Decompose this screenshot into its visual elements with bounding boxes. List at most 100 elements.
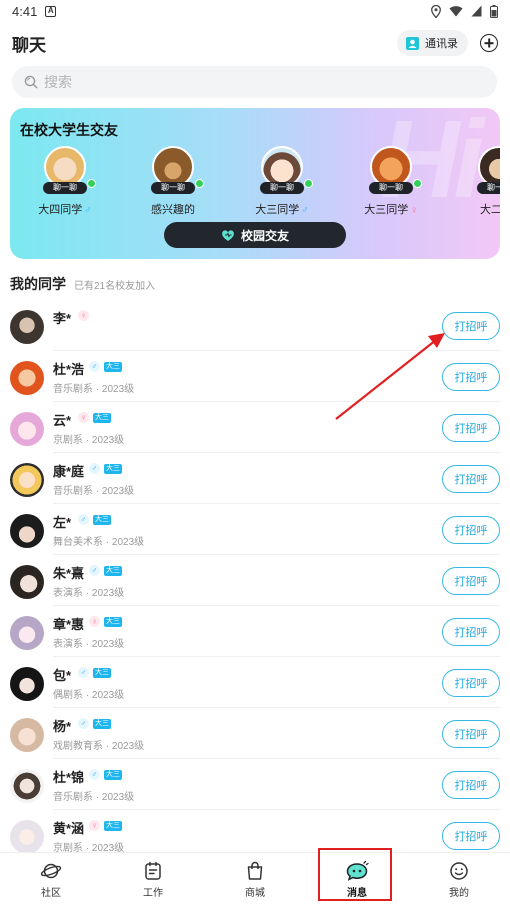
chat-tag: 聊一聊 [151,182,195,194]
student-meta: 表演系 · 2023级 [53,639,125,650]
student-name: 包* [53,668,72,683]
campus-button-label: 校园交友 [240,228,289,243]
tab-work[interactable]: 工作 [102,853,204,906]
male-icon: ♂ [301,205,309,216]
online-indicator [87,179,96,188]
list-item[interactable]: 杨* ♂ 大三 戏剧教育系 · 2023级 打招呼 [0,708,510,759]
male-icon: ♂ [89,463,100,474]
greet-button[interactable]: 打招呼 [442,822,500,850]
student-meta: 音乐剧系 · 2023级 [53,384,135,395]
student-name: 朱*熹 [53,566,85,581]
student-meta: 音乐剧系 · 2023级 [53,792,135,803]
avatar [10,514,44,548]
peer-desc: 大三同学 ♀ [364,204,418,216]
avatar [10,769,44,803]
grade-badge: 大三 [93,514,111,525]
search-bar[interactable] [12,66,497,98]
grade-badge: 大三 [104,565,122,576]
student-tags: ♀ 大三 [89,820,122,831]
peer-desc: 大二同 [480,204,500,216]
greet-button[interactable]: 打招呼 [442,720,500,748]
online-indicator [195,179,204,188]
greet-button[interactable]: 打招呼 [442,669,500,697]
signal-icon [471,5,482,17]
student-tags: ♂ 大三 [89,565,122,576]
greet-button[interactable]: 打招呼 [442,771,500,799]
peer-desc: 大四同学 ♂ [38,204,92,216]
banner-peer[interactable]: 聊一聊 大三同学 ♀ [346,146,436,226]
greet-button[interactable]: 打招呼 [442,618,500,646]
avatar [10,412,44,446]
tab-profile[interactable]: 我的 [408,853,510,906]
banner-peer[interactable]: 聊一聊 感兴趣的 [128,146,218,226]
campus-friends-button[interactable]: 校园交友 [164,222,346,248]
male-icon: ♂ [89,361,100,372]
shopping-bag-icon [247,861,263,880]
contacts-button[interactable]: 通讯录 [397,30,468,56]
greet-button[interactable]: 打招呼 [442,567,500,595]
student-meta: 音乐剧系 · 2023级 [53,486,135,497]
male-icon: ♂ [78,514,89,525]
status-icons [431,4,498,18]
student-tags: ♀ 大三 [78,412,111,423]
campus-friends-banner[interactable]: Hi 在校大学生交友 聊一聊 大四同学 ♂ 聊一聊 感兴趣的 聊一聊 大三同学 ♂ … [10,108,500,259]
greet-button[interactable]: 打招呼 [442,465,500,493]
peer-desc: 感兴趣的 [151,204,195,216]
classmates-section-header: 我的同学 已有21名校友加入 [10,274,155,294]
greet-button[interactable]: 打招呼 [442,312,500,340]
list-item[interactable]: 李* ♀ 打招呼 [0,300,510,351]
greet-button[interactable]: 打招呼 [442,516,500,544]
chat-tag: 聊一聊 [477,182,500,194]
add-icon[interactable] [480,34,498,52]
list-item[interactable]: 杜*锦 ♂ 大三 音乐剧系 · 2023级 打招呼 [0,759,510,810]
greet-button[interactable]: 打招呼 [442,414,500,442]
wifi-icon [449,6,463,17]
list-item[interactable]: 包* ♂ 大三 偶剧系 · 2023级 打招呼 [0,657,510,708]
greet-button[interactable]: 打招呼 [442,363,500,391]
banner-peer[interactable]: 聊一聊 大三同学 ♂ [237,146,327,226]
avatar [10,463,44,497]
chat-tag: 聊一聊 [260,182,304,194]
banner-peer[interactable]: 聊一聊 大二同 [454,146,500,226]
list-item[interactable]: 朱*熹 ♂ 大三 表演系 · 2023级 打招呼 [0,555,510,606]
male-icon: ♂ [84,205,92,216]
student-name: 康*庭 [53,464,85,479]
male-icon: ♂ [78,667,89,678]
tab-label: 社区 [41,888,61,899]
contacts-label: 通讯录 [425,38,458,50]
smiley-icon [450,862,468,880]
tab-mall[interactable]: 商城 [204,853,306,906]
list-item[interactable]: 左* ♂ 大三 舞台美术系 · 2023级 打招呼 [0,504,510,555]
grade-badge: 大三 [104,820,122,831]
student-name: 杜*浩 [53,362,85,377]
chat-tag: 聊一聊 [43,182,87,194]
classmates-list: 李* ♀ 打招呼 杜*浩 ♂ 大三 音乐剧系 · 2023级 打招呼 云* ♀ … [0,300,510,861]
list-item[interactable]: 杜*浩 ♂ 大三 音乐剧系 · 2023级 打招呼 [0,351,510,402]
grade-badge: 大三 [104,361,122,372]
student-tags: ♂ 大三 [78,718,111,729]
online-indicator [304,179,313,188]
banner-peer[interactable]: 聊一聊 大四同学 ♂ [20,146,110,226]
female-icon: ♀ [89,820,100,831]
bottom-tab-bar: 社区 工作 商城 消息 我的 [0,852,510,906]
student-meta: 舞台美术系 · 2023级 [53,537,145,548]
list-item[interactable]: 康*庭 ♂ 大三 音乐剧系 · 2023级 打招呼 [0,453,510,504]
student-meta: 京剧系 · 2023级 [53,435,125,446]
student-name: 李* [53,311,72,326]
tab-label: 工作 [143,888,163,899]
list-item[interactable]: 云* ♀ 大三 京剧系 · 2023级 打招呼 [0,402,510,453]
banner-title: 在校大学生交友 [20,122,118,138]
tab-community[interactable]: 社区 [0,853,102,906]
search-input[interactable] [44,74,444,90]
header: 聊天 通讯录 [0,26,510,60]
grade-badge: 大三 [104,769,122,780]
status-bar: 4:41 A [0,0,510,22]
male-icon: ♂ [89,565,100,576]
list-item[interactable]: 章*惠 ♀ 大三 表演系 · 2023级 打招呼 [0,606,510,657]
peer-desc: 大三同学 ♂ [255,204,309,216]
student-name: 杜*锦 [53,770,85,785]
avatar [10,820,44,854]
student-name: 章*惠 [53,617,85,632]
female-icon: ♀ [78,412,89,423]
location-icon [431,4,441,18]
